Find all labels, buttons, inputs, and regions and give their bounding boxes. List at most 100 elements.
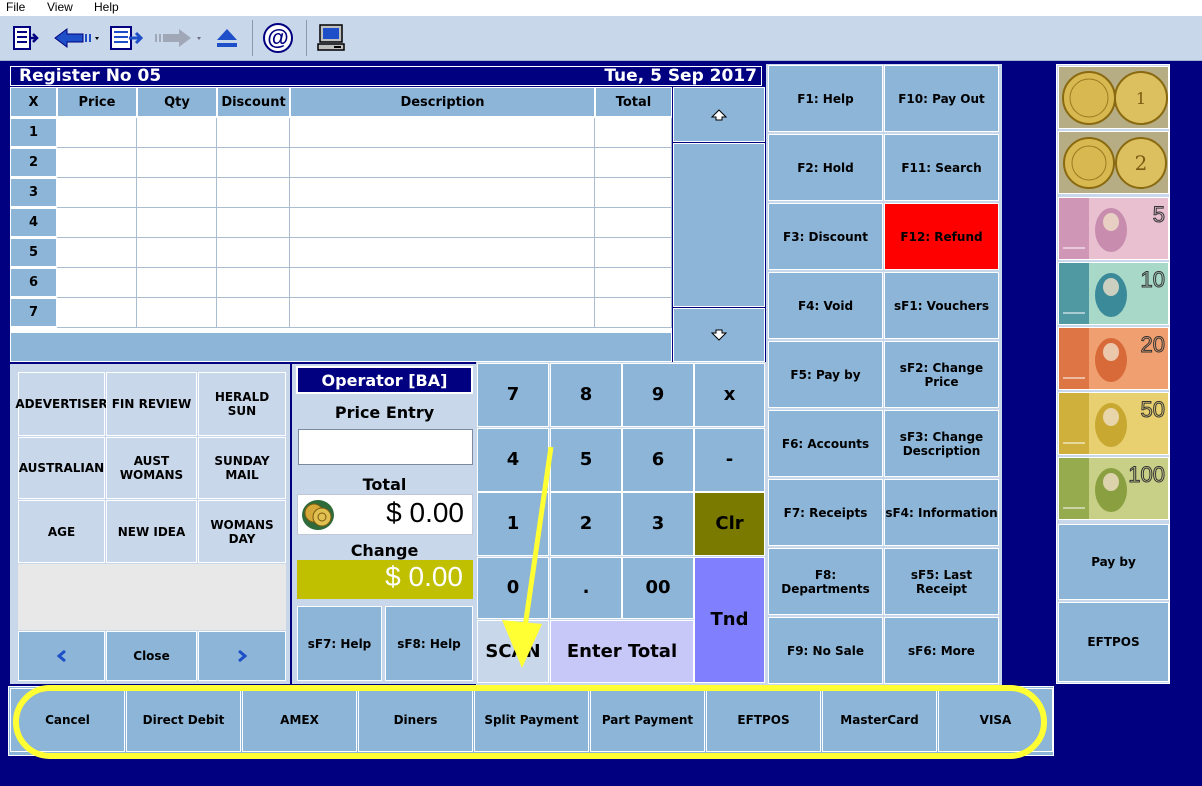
row-number[interactable]: 2 [10, 148, 57, 177]
key-2[interactable]: 2 [550, 492, 622, 556]
function-key-button[interactable]: F11: Search [884, 134, 999, 201]
key-3[interactable]: 3 [622, 492, 694, 556]
email-icon[interactable]: @ [260, 22, 296, 54]
grid-cell[interactable] [217, 148, 290, 178]
banknote-icon[interactable]: 100 [1058, 457, 1169, 520]
function-key-button[interactable]: F1: Help [768, 65, 883, 132]
grid-cell[interactable] [290, 268, 595, 298]
scroll-track[interactable] [673, 143, 765, 307]
function-key-button[interactable]: F6: Accounts [768, 410, 883, 477]
function-key-button[interactable]: F12: Refund [884, 203, 999, 270]
function-key-button[interactable]: sF3: Change Description [884, 410, 999, 477]
banknote-icon[interactable]: 5 [1058, 197, 1169, 260]
grid-cell[interactable] [137, 238, 217, 268]
quick-item-button[interactable]: AGE [18, 500, 105, 563]
scroll-up-button[interactable] [673, 87, 765, 142]
row-number[interactable]: 6 [10, 268, 57, 297]
payment-method-button[interactable]: Split Payment [474, 688, 589, 752]
function-key-button[interactable]: F7: Receipts [768, 479, 883, 546]
row-number[interactable]: 3 [10, 178, 57, 207]
key-8[interactable]: 8 [550, 363, 622, 427]
key-5[interactable]: 5 [550, 428, 622, 492]
payment-method-button[interactable]: Cancel [10, 688, 125, 752]
quick-item-button[interactable]: AUST WOMANS [106, 437, 197, 499]
function-key-button[interactable]: F10: Pay Out [884, 65, 999, 132]
key-6[interactable]: 6 [622, 428, 694, 492]
function-key-button[interactable]: F4: Void [768, 272, 883, 339]
grid-cell[interactable] [290, 148, 595, 178]
grid-cell[interactable] [217, 118, 290, 148]
grid-cell[interactable] [595, 178, 672, 208]
key-double-zero[interactable]: 00 [622, 557, 694, 619]
key-1[interactable]: 1 [477, 492, 549, 556]
quick-item-button[interactable]: NEW IDEA [106, 500, 197, 563]
payment-method-button[interactable]: Diners [358, 688, 473, 752]
grid-cell[interactable] [290, 298, 595, 328]
quick-prev-button[interactable] [18, 631, 105, 681]
grid-cell[interactable] [595, 118, 672, 148]
banknote-icon[interactable]: 10 [1058, 262, 1169, 325]
payment-method-button[interactable]: AMEX [242, 688, 357, 752]
function-key-button[interactable]: sF6: More [884, 617, 999, 684]
function-key-button[interactable]: sF5: Last Receipt [884, 548, 999, 615]
scan-button[interactable]: SCAN [477, 620, 549, 683]
grid-cell[interactable] [290, 208, 595, 238]
tender-button[interactable]: Tnd [694, 557, 765, 683]
back-arrow-icon[interactable] [52, 22, 102, 54]
key-0[interactable]: 0 [477, 557, 549, 619]
quick-item-button[interactable]: SUNDAY MAIL [198, 437, 286, 499]
row-number[interactable]: 4 [10, 208, 57, 237]
grid-cell[interactable] [57, 178, 137, 208]
function-key-button[interactable]: F8: Departments [768, 548, 883, 615]
row-number[interactable]: 1 [10, 118, 57, 147]
grid-cell[interactable] [57, 238, 137, 268]
grid-cell[interactable] [217, 298, 290, 328]
function-key-button[interactable]: F2: Hold [768, 134, 883, 201]
key-9[interactable]: 9 [622, 363, 694, 427]
payment-method-button[interactable]: Direct Debit [126, 688, 241, 752]
grid-cell[interactable] [217, 178, 290, 208]
row-number[interactable]: 5 [10, 238, 57, 267]
scroll-down-button[interactable] [673, 308, 765, 362]
function-key-button[interactable]: sF1: Vouchers [884, 272, 999, 339]
menu-help[interactable]: Help [94, 0, 119, 14]
grid-cell[interactable] [290, 238, 595, 268]
sf8-help-button[interactable]: sF8: Help [385, 606, 473, 681]
grid-cell[interactable] [137, 118, 217, 148]
grid-cell[interactable] [290, 118, 595, 148]
quick-item-button[interactable]: ADEVERTISER [15, 372, 108, 436]
grid-cell[interactable] [137, 208, 217, 238]
key-minus[interactable]: - [694, 428, 765, 492]
banknote-icon[interactable]: 20 [1058, 327, 1169, 390]
quick-next-button[interactable] [198, 631, 286, 681]
exit-register-icon[interactable] [8, 22, 42, 54]
quick-close-button[interactable]: Close [106, 631, 197, 681]
form-arrow-icon[interactable] [108, 22, 144, 54]
payment-method-button[interactable]: VISA [938, 688, 1053, 752]
grid-cell[interactable] [217, 238, 290, 268]
grid-cell[interactable] [290, 178, 595, 208]
quick-item-button[interactable]: WOMANS DAY [198, 500, 286, 563]
function-key-button[interactable]: sF2: Change Price [884, 341, 999, 408]
payment-method-button[interactable]: EFTPOS [706, 688, 821, 752]
money-eftpos-button[interactable]: EFTPOS [1058, 602, 1169, 682]
grid-cell[interactable] [57, 118, 137, 148]
grid-cell[interactable] [137, 298, 217, 328]
grid-cell[interactable] [217, 268, 290, 298]
grid-cell[interactable] [595, 298, 672, 328]
function-key-button[interactable]: sF4: Information [884, 479, 999, 546]
grid-cell[interactable] [595, 148, 672, 178]
grid-cell[interactable] [137, 268, 217, 298]
computer-icon[interactable] [314, 22, 348, 54]
price-entry-input[interactable] [298, 429, 473, 465]
eject-icon[interactable] [212, 22, 242, 54]
enter-total-button[interactable]: Enter Total [550, 620, 694, 683]
grid-cell[interactable] [57, 208, 137, 238]
menu-view[interactable]: View [47, 0, 73, 14]
two-dollar-coin-icon[interactable]: 2 [1058, 131, 1169, 194]
quick-item-button[interactable]: HERALD SUN [198, 372, 286, 436]
menu-file[interactable]: File [6, 0, 25, 14]
one-dollar-coin-icon[interactable]: 1 [1058, 66, 1169, 129]
money-pay-by-button[interactable]: Pay by [1058, 524, 1169, 600]
payment-method-button[interactable]: MasterCard [822, 688, 937, 752]
